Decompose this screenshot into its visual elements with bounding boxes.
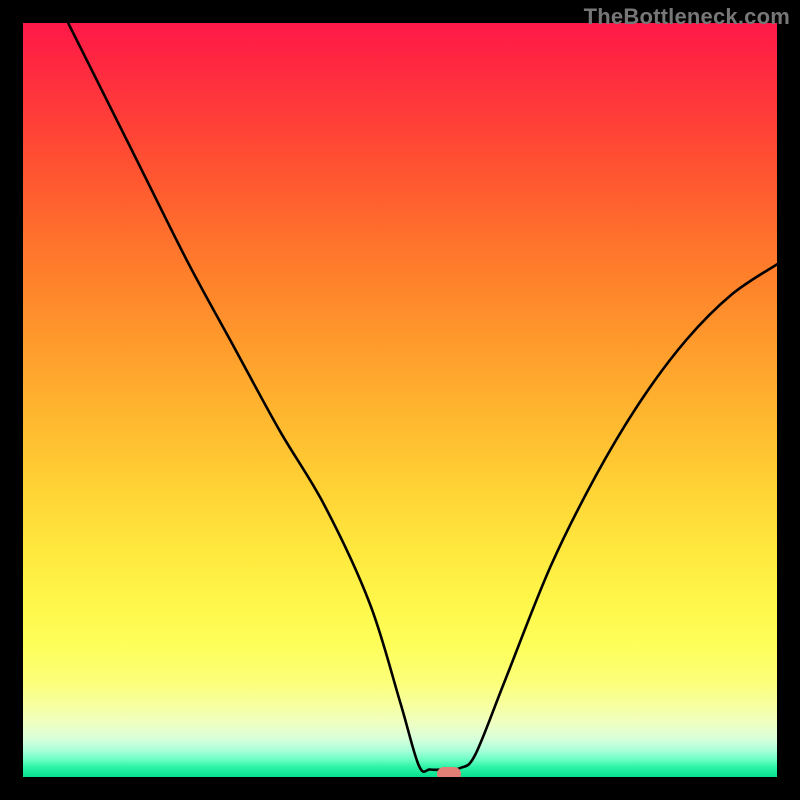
plot-area	[23, 23, 777, 777]
bottleneck-curve	[23, 23, 777, 777]
optimal-marker	[437, 767, 461, 777]
chart-frame: TheBottleneck.com	[0, 0, 800, 800]
watermark-text: TheBottleneck.com	[584, 4, 790, 30]
